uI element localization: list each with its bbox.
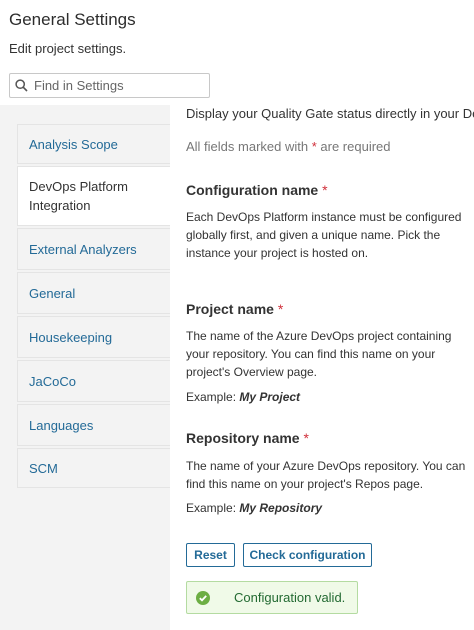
sidebar-item-label: General	[29, 285, 76, 301]
project-name-description: The name of the Azure DevOps project con…	[186, 329, 452, 379]
required-star: *	[277, 301, 284, 317]
repository-name-heading: Repository name *	[186, 430, 309, 446]
example-label: Example:	[186, 501, 240, 515]
sidebar-nav: Analysis Scope DevOps Platform Integrati…	[17, 124, 170, 490]
required-note: All fields marked with * are required	[186, 139, 391, 154]
sidebar-item-analysis-scope[interactable]: Analysis Scope	[17, 124, 170, 164]
sidebar-item-label: SCM	[29, 460, 58, 476]
sidebar-item-label: JaCoCo	[29, 373, 76, 389]
example-value: My Repository	[239, 501, 323, 515]
sidebar-item-jacoco[interactable]: JaCoCo	[17, 360, 170, 402]
sidebar-item-label: Analysis Scope	[29, 136, 118, 152]
status-message: Configuration valid.	[234, 590, 346, 605]
sidebar-item-label: DevOps Platform Integration	[29, 179, 128, 213]
project-name-label: Project name	[186, 301, 274, 317]
sidebar-item-general[interactable]: General	[17, 272, 170, 314]
intro-text: Display your Quality Gate status directl…	[186, 106, 474, 121]
required-note-text: All fields marked with	[186, 139, 312, 154]
example-value: My Project	[239, 390, 301, 404]
configuration-name-label: Configuration name	[186, 182, 319, 198]
reset-button[interactable]: Reset	[186, 543, 235, 567]
sidebar-item-external-analyzers[interactable]: External Analyzers	[17, 228, 170, 270]
sidebar-item-languages[interactable]: Languages	[17, 404, 170, 446]
sidebar-item-label: External Analyzers	[29, 241, 137, 257]
configuration-valid-alert: Configuration valid.	[186, 581, 358, 614]
search-icon	[15, 79, 28, 92]
project-name-example: Example: My Project	[186, 390, 300, 404]
sidebar-item-label: Housekeeping	[29, 329, 113, 345]
page-subtitle: Edit project settings.	[9, 41, 127, 56]
search-box[interactable]	[9, 73, 210, 98]
sidebar-item-label: Languages	[29, 417, 94, 433]
repository-name-example: Example: My Repository	[186, 501, 322, 515]
required-star: *	[322, 182, 328, 198]
page-title: General Settings	[9, 10, 136, 29]
sidebar-item-scm[interactable]: SCM	[17, 448, 170, 488]
example-label: Example:	[186, 390, 240, 404]
repository-name-description: The name of your Azure DevOps repository…	[186, 459, 466, 491]
required-note-suffix: are required	[316, 139, 391, 154]
search-input[interactable]	[34, 78, 204, 93]
sidebar-item-devops-platform-integration[interactable]: DevOps Platform Integration	[17, 166, 170, 226]
configuration-name-heading: Configuration name *	[186, 182, 328, 198]
sidebar-item-housekeeping[interactable]: Housekeeping	[17, 316, 170, 358]
project-name-heading: Project name *	[186, 301, 283, 317]
required-star: *	[303, 430, 309, 446]
repository-name-label: Repository name	[186, 430, 300, 446]
settings-content: Display your Quality Gate status directl…	[186, 105, 474, 630]
check-configuration-button[interactable]: Check configuration	[243, 543, 372, 567]
check-circle-icon	[196, 590, 210, 605]
configuration-name-description: Each DevOps Platform instance must be co…	[186, 210, 462, 260]
